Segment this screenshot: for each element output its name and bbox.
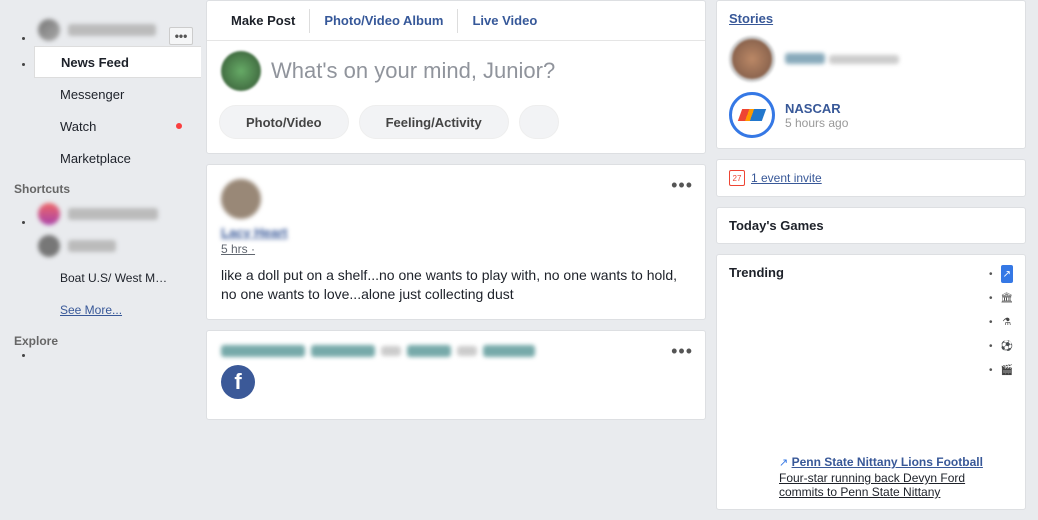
composer-input[interactable]: What's on your mind, Junior?: [271, 58, 555, 84]
post-meta: [457, 346, 477, 356]
more-composer-button[interactable]: [519, 105, 559, 139]
post-meta: [311, 345, 375, 357]
feeling-activity-button[interactable]: Feeling/Activity: [359, 105, 509, 139]
nav-watch[interactable]: Watch: [34, 110, 200, 142]
left-sidebar: ••• News Feed Messenger Watch Marketplac…: [0, 0, 200, 361]
shortcut-icon: [38, 203, 60, 225]
nascar-logo-icon: [733, 96, 771, 134]
shortcut-item[interactable]: [34, 230, 200, 262]
shortcuts-header: Shortcuts: [14, 182, 200, 196]
trending-card: Trending •↗ •🏛 •⚗ •⚽ •🎬 ↗ Penn State Nit…: [716, 254, 1026, 510]
story-time: 5 hours ago: [785, 116, 848, 130]
see-more-link[interactable]: See More...: [34, 294, 200, 326]
feed-options-button[interactable]: •••: [169, 27, 193, 45]
trending-arrow-icon: ↗: [779, 457, 788, 469]
story-name: [785, 53, 825, 64]
trending-headline[interactable]: Penn State Nittany Lions Football: [792, 455, 983, 469]
nav-label: Marketplace: [60, 151, 131, 166]
shortcut-label: Boat U.S/ West M…: [60, 271, 167, 285]
feed-post: ••• Lacy Heart 5 hrs · like a doll put o…: [206, 164, 706, 320]
shortcut-icon: [38, 235, 60, 257]
facebook-logo-icon: f: [221, 365, 255, 399]
post-meta: [483, 345, 535, 357]
explore-header: Explore: [14, 334, 200, 348]
games-title: Today's Games: [729, 218, 1013, 233]
see-more-label: See More...: [60, 303, 122, 317]
story-time: [829, 55, 899, 64]
notification-dot-icon: [176, 123, 182, 129]
stories-title[interactable]: Stories: [729, 11, 1013, 26]
stories-card: Stories NASCAR 5 hours ago: [716, 0, 1026, 149]
nav-marketplace[interactable]: Marketplace: [34, 142, 200, 174]
post-timestamp[interactable]: 5 hrs ·: [221, 242, 691, 256]
nav-messenger[interactable]: Messenger: [34, 78, 200, 110]
nav-news-feed[interactable]: ••• News Feed: [34, 46, 201, 78]
shortcut-boat[interactable]: Boat U.S/ West M…: [34, 262, 200, 294]
post-author-name[interactable]: [221, 345, 305, 357]
story-avatar: [729, 36, 775, 82]
profile-name: [68, 24, 156, 36]
composer-card: Make Post Photo/Video Album Live Video W…: [206, 0, 706, 154]
event-invite-link[interactable]: 1 event invite: [751, 171, 822, 185]
trending-title: Trending: [729, 265, 784, 280]
nav-label: Messenger: [60, 87, 124, 102]
nav-label: News Feed: [61, 55, 129, 70]
story-item[interactable]: [729, 36, 1013, 82]
todays-games-card[interactable]: Today's Games: [716, 207, 1026, 244]
right-sidebar: Stories NASCAR 5 hours ago 27 1 event in…: [716, 0, 1026, 520]
profile-avatar: [38, 19, 60, 41]
tab-live-video[interactable]: Live Video: [458, 9, 551, 33]
trending-story[interactable]: ↗ Penn State Nittany Lions Football Four…: [729, 455, 1013, 499]
explore-item[interactable]: [34, 350, 200, 360]
calendar-icon: 27: [729, 170, 745, 186]
main-feed-column: Make Post Photo/Video Album Live Video W…: [206, 0, 706, 430]
shortcut-label: [68, 208, 158, 220]
composer-avatar: [221, 51, 261, 91]
post-meta: [381, 346, 401, 356]
tab-make-post[interactable]: Make Post: [217, 9, 310, 33]
story-name: NASCAR: [785, 101, 848, 116]
post-menu-button[interactable]: •••: [671, 175, 693, 196]
post-author-name[interactable]: Lacy Heart: [221, 225, 287, 240]
composer-tabs: Make Post Photo/Video Album Live Video: [207, 1, 705, 41]
nav-label: Watch: [60, 119, 96, 134]
story-item-nascar[interactable]: NASCAR 5 hours ago: [729, 92, 1013, 138]
trending-category-icons: •↗ •🏛 •⚗ •⚽ •🎬: [989, 265, 1013, 385]
trending-sports-icon[interactable]: ⚽: [1001, 337, 1013, 355]
photo-video-button[interactable]: Photo/Video: [219, 105, 349, 139]
story-avatar-ring: [729, 92, 775, 138]
post-meta: [407, 345, 451, 357]
post-menu-button[interactable]: •••: [671, 341, 693, 362]
trending-politics-icon[interactable]: 🏛: [1001, 289, 1014, 307]
event-invite-card[interactable]: 27 1 event invite: [716, 159, 1026, 197]
feed-post: ••• f: [206, 330, 706, 420]
tab-photo-video-album[interactable]: Photo/Video Album: [310, 9, 458, 33]
trending-science-icon[interactable]: ⚗: [1001, 313, 1013, 331]
post-content: like a doll put on a shelf...no one want…: [221, 266, 691, 305]
post-author-avatar[interactable]: [221, 179, 261, 219]
shortcut-item[interactable]: [34, 198, 200, 230]
shortcut-label: [68, 240, 116, 252]
trending-subtext[interactable]: Four-star running back Devyn Ford commit…: [779, 471, 1013, 499]
trending-entertainment-icon[interactable]: 🎬: [1001, 361, 1013, 379]
trending-top-icon[interactable]: ↗: [1001, 265, 1013, 283]
